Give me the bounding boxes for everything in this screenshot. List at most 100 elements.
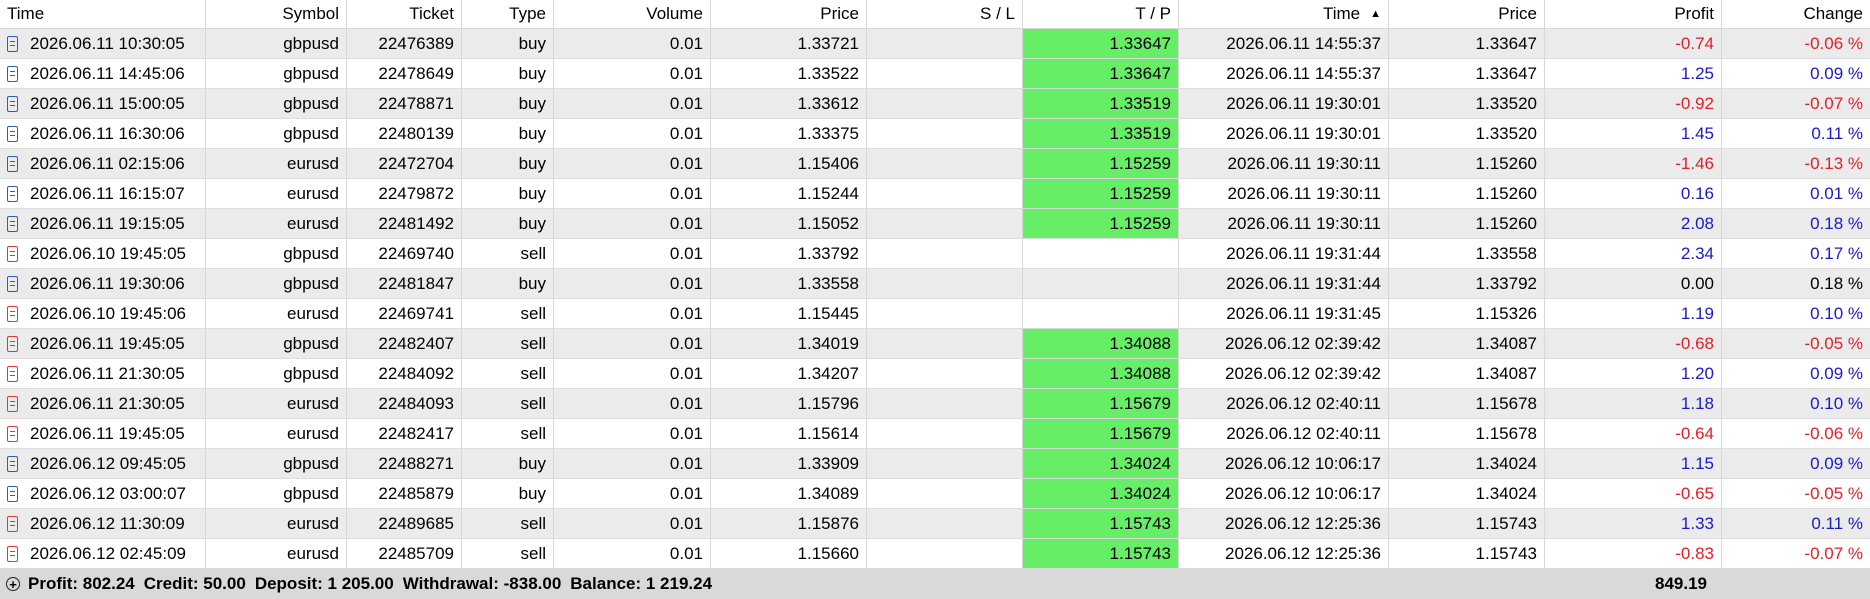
col-header-ticket[interactable]: Ticket — [347, 0, 462, 28]
table-row[interactable]: 2026.06.12 11:30:09 eurusd 22489685 sell 0.0… — [0, 509, 1870, 539]
table-row[interactable]: 2026.06.11 14:45:06 gbpusd 22478649 buy 0.01… — [0, 59, 1870, 89]
volume-cell: 0.01 — [554, 359, 711, 388]
buy-order-icon — [7, 215, 18, 232]
sl-cell — [867, 539, 1023, 568]
ticket-cell: 22469741 — [347, 299, 462, 328]
summary-withdrawal: Withdrawal: -838.00 — [402, 574, 562, 593]
table-row[interactable]: 2026.06.11 19:45:05 eurusd 22482417 sell 0.0… — [0, 419, 1870, 449]
col-header-label: T / P — [1135, 4, 1171, 23]
col-header-tp[interactable]: T / P — [1023, 0, 1179, 28]
volume-cell: 0.01 — [554, 509, 711, 538]
open-time-cell-text: 2026.06.11 14:45:06 — [30, 63, 185, 83]
open-price-cell: 1.15796 — [711, 389, 867, 418]
open-time-cell: 2026.06.11 19:45:05 — [0, 329, 206, 358]
table-row[interactable]: 2026.06.11 21:30:05 gbpusd 22484092 sell 0.0… — [0, 359, 1870, 389]
col-header-type[interactable]: Type — [462, 0, 554, 28]
symbol-cell-text: gbpusd — [283, 453, 339, 473]
col-header-sl[interactable]: S / L — [867, 0, 1023, 28]
table-row[interactable]: 2026.06.11 16:30:06 gbpusd 22480139 buy 0.01… — [0, 119, 1870, 149]
ticket-cell-text: 22478649 — [378, 63, 454, 83]
table-row[interactable]: 2026.06.11 21:30:05 eurusd 22484093 sell 0.0… — [0, 389, 1870, 419]
profit-cell-text: 2.34 — [1680, 243, 1714, 263]
open-price-cell-text: 1.33522 — [797, 63, 859, 83]
type-cell-text: sell — [520, 513, 546, 533]
close-price-cell: 1.15743 — [1389, 509, 1545, 538]
col-header-volume[interactable]: Volume — [554, 0, 711, 28]
close-time-cell-text: 2026.06.12 12:25:36 — [1225, 543, 1381, 563]
col-header-change[interactable]: Change — [1722, 0, 1870, 28]
change-cell: 0.09 % — [1722, 59, 1870, 88]
table-row[interactable]: 2026.06.11 19:15:05 eurusd 22481492 buy 0.01… — [0, 209, 1870, 239]
col-header-close-time[interactable]: Time ▲ — [1179, 0, 1389, 28]
change-cell-text: 0.11 % — [1811, 123, 1863, 143]
tp-cell-text: 1.33647 — [1109, 33, 1171, 53]
type-cell-text: buy — [518, 483, 546, 503]
change-cell: -0.06 % — [1722, 419, 1870, 448]
table-row[interactable]: 2026.06.12 09:45:05 gbpusd 22488271 buy 0.01… — [0, 449, 1870, 479]
symbol-cell: gbpusd — [206, 269, 347, 298]
buy-order-icon — [7, 485, 18, 502]
col-header-close-price[interactable]: Price — [1389, 0, 1545, 28]
open-price-cell-text: 1.33375 — [797, 123, 859, 143]
col-header-profit[interactable]: Profit — [1545, 0, 1722, 28]
open-price-cell-text: 1.33909 — [797, 453, 859, 473]
sl-cell — [867, 269, 1023, 298]
close-time-cell: 2026.06.12 02:39:42 — [1179, 359, 1389, 388]
change-cell-text: -0.05 % — [1804, 483, 1863, 503]
table-row[interactable]: 2026.06.11 15:00:05 gbpusd 22478871 buy 0.01… — [0, 89, 1870, 119]
table-row[interactable]: 2026.06.11 02:15:06 eurusd 22472704 buy 0.01… — [0, 149, 1870, 179]
change-cell: 0.01 % — [1722, 179, 1870, 208]
close-price-cell: 1.33520 — [1389, 119, 1545, 148]
profit-cell-text: -1.46 — [1675, 153, 1714, 173]
close-time-cell: 2026.06.12 10:06:17 — [1179, 479, 1389, 508]
expand-plus-icon[interactable]: + — [6, 577, 20, 591]
sl-cell — [867, 59, 1023, 88]
sell-order-icon — [7, 515, 18, 532]
symbol-cell: gbpusd — [206, 29, 347, 58]
tp-cell — [1023, 239, 1179, 268]
profit-cell-text: 0.00 — [1680, 273, 1714, 293]
type-cell-text: sell — [520, 363, 546, 383]
table-row[interactable]: 2026.06.12 03:00:07 gbpusd 22485879 buy 0.01… — [0, 479, 1870, 509]
col-header-open-price[interactable]: Price — [711, 0, 867, 28]
table-row[interactable]: 2026.06.10 19:45:05 gbpusd 22469740 sell 0.0… — [0, 239, 1870, 269]
close-price-cell-text: 1.15678 — [1475, 393, 1537, 413]
close-time-cell: 2026.06.11 19:30:01 — [1179, 89, 1389, 118]
tp-cell: 1.34024 — [1023, 479, 1179, 508]
type-cell: sell — [462, 509, 554, 538]
col-header-open-time[interactable]: Time — [0, 0, 206, 28]
table-row[interactable]: 2026.06.10 19:45:06 eurusd 22469741 sell 0.0… — [0, 299, 1870, 329]
sl-cell — [867, 359, 1023, 388]
tp-cell-text: 1.15743 — [1109, 513, 1171, 533]
type-cell-text: sell — [520, 423, 546, 443]
col-header-symbol[interactable]: Symbol — [206, 0, 347, 28]
symbol-cell: gbpusd — [206, 329, 347, 358]
close-price-cell: 1.34087 — [1389, 359, 1545, 388]
close-price-cell-text: 1.34024 — [1475, 483, 1537, 503]
table-row[interactable]: 2026.06.11 10:30:05 gbpusd 22476389 buy 0.01… — [0, 29, 1870, 59]
symbol-cell-text: gbpusd — [283, 483, 339, 503]
profit-cell-text: -0.83 — [1675, 543, 1714, 563]
close-time-cell-text: 2026.06.12 02:39:42 — [1225, 363, 1381, 383]
ticket-cell-text: 22484092 — [378, 363, 454, 383]
change-cell-text: 0.09 % — [1810, 363, 1863, 383]
profit-cell-text: 1.19 — [1680, 303, 1714, 323]
table-row[interactable]: 2026.06.11 19:30:06 gbpusd 22481847 buy 0.01… — [0, 269, 1870, 299]
open-price-cell-text: 1.15614 — [797, 423, 859, 443]
ticket-cell: 22485879 — [347, 479, 462, 508]
type-cell: sell — [462, 539, 554, 568]
volume-cell-text: 0.01 — [669, 483, 703, 503]
close-time-cell-text: 2026.06.12 12:25:36 — [1225, 513, 1381, 533]
sl-cell — [867, 119, 1023, 148]
open-price-cell-text: 1.15406 — [797, 153, 859, 173]
table-body: 2026.06.11 10:30:05 gbpusd 22476389 buy 0.01… — [0, 29, 1870, 569]
change-cell: 0.17 % — [1722, 239, 1870, 268]
volume-cell-text: 0.01 — [669, 543, 703, 563]
open-time-cell: 2026.06.11 10:30:05 — [0, 29, 206, 58]
table-row[interactable]: 2026.06.11 19:45:05 gbpusd 22482407 sell 0.0… — [0, 329, 1870, 359]
symbol-cell-text: eurusd — [287, 183, 339, 203]
sl-cell — [867, 419, 1023, 448]
table-row[interactable]: 2026.06.12 02:45:09 eurusd 22485709 sell 0.0… — [0, 539, 1870, 569]
close-price-cell-text: 1.34087 — [1475, 333, 1537, 353]
table-row[interactable]: 2026.06.11 16:15:07 eurusd 22479872 buy 0.01… — [0, 179, 1870, 209]
